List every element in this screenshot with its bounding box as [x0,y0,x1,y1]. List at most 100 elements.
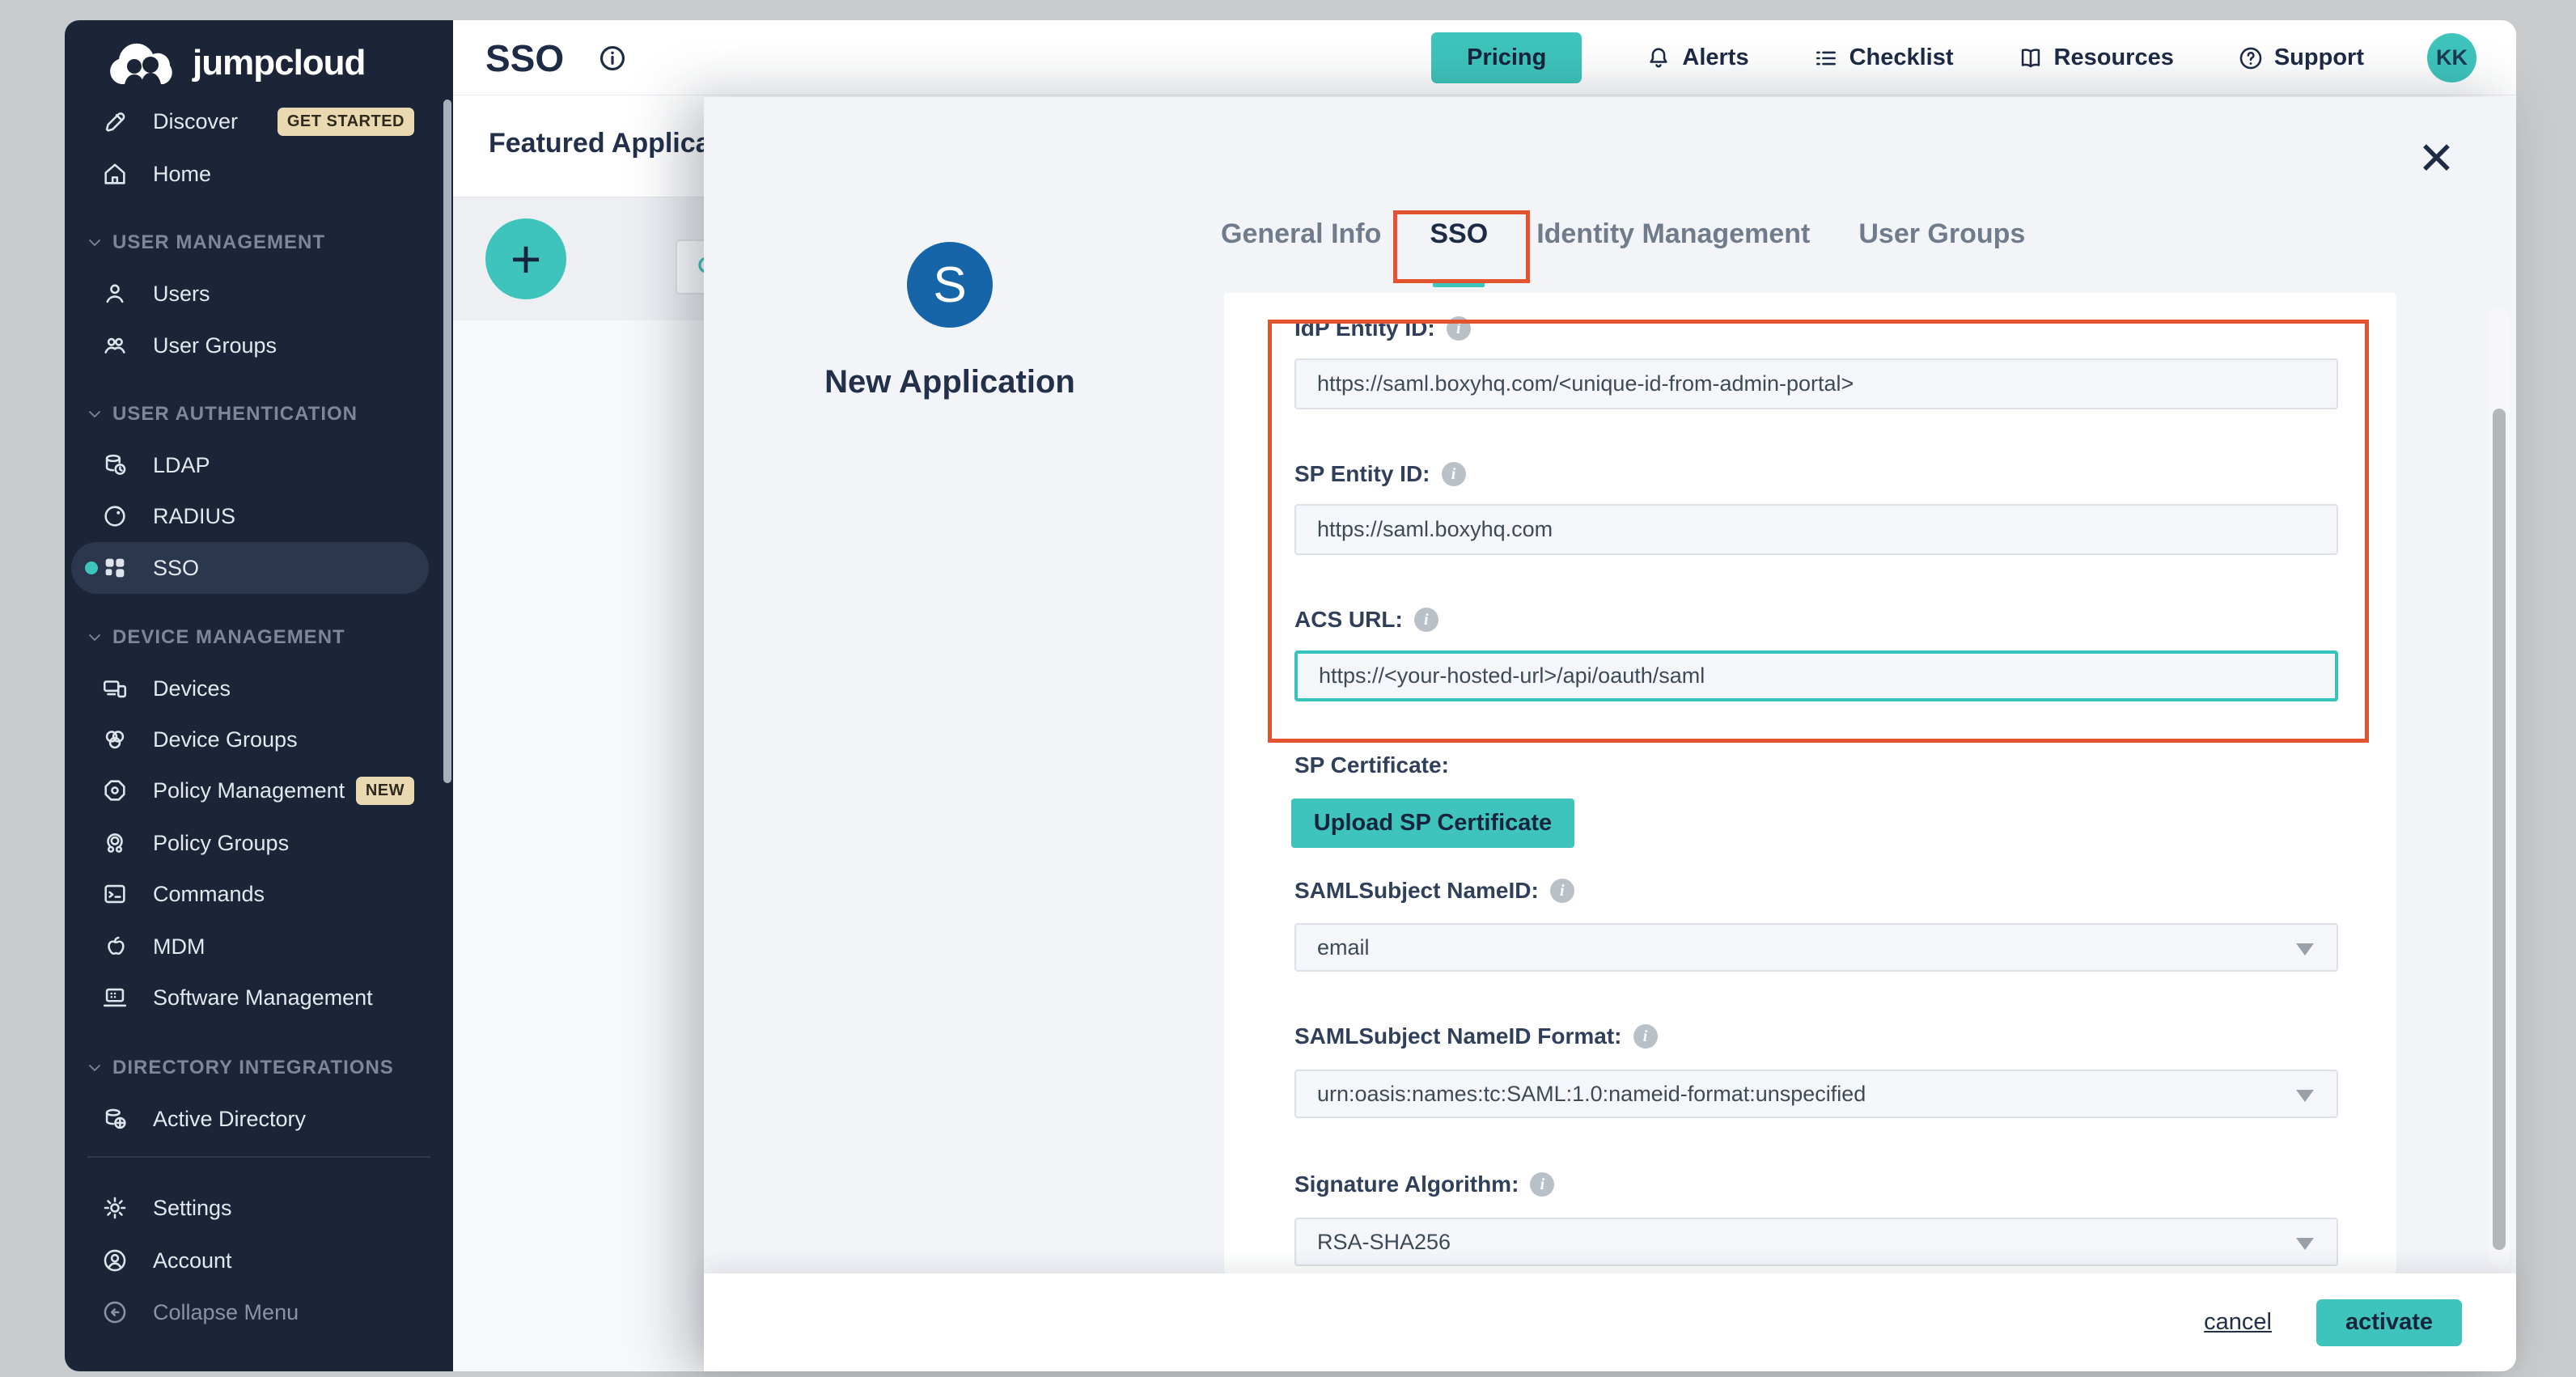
apple-mdm-icon [101,933,129,960]
info-icon[interactable]: i [1530,1172,1554,1197]
sidebar-item-user-groups[interactable]: User Groups [65,320,453,371]
application-name: New Application [788,364,1112,400]
add-application-button[interactable]: + [485,218,566,299]
activate-button[interactable]: activate [2316,1299,2462,1346]
logo-wordmark: jumpcloud [193,43,365,83]
signature-algorithm-select[interactable]: RSA-SHA256 [1294,1218,2338,1266]
sidebar-item-policy-groups[interactable]: Policy Groups [65,817,453,869]
sidebar-item-account[interactable]: Account [65,1235,453,1286]
home-icon [101,160,129,188]
alerts-button[interactable]: Alerts [1645,44,1748,72]
sidebar-item-policy-management[interactable]: Policy Management NEW [65,765,453,816]
software-management-icon [101,984,129,1011]
checklist-button[interactable]: Checklist [1812,44,1954,72]
app-window: jumpcloud Discover GET STARTED Home USER… [65,20,2516,1371]
pricing-button[interactable]: Pricing [1431,32,1582,83]
info-icon[interactable]: i [1633,1024,1658,1049]
user-icon [101,280,129,307]
sp-entity-id-label: SP Entity ID: i [1294,461,1466,487]
sidebar-item-software-management[interactable]: Software Management [65,972,453,1023]
sidebar: jumpcloud Discover GET STARTED Home USER… [65,20,453,1371]
modal-scrollbar-thumb[interactable] [2493,409,2506,1250]
sp-entity-id-input[interactable] [1294,504,2338,555]
book-icon [2017,44,2044,72]
saml-subject-nameid-format-select[interactable]: urn:oasis:names:tc:SAML:1.0:nameid-forma… [1294,1070,2338,1118]
rocket-icon [101,108,129,135]
devices-icon [101,675,129,702]
application-logo: S [907,242,993,328]
info-icon[interactable]: i [1442,462,1466,486]
close-icon[interactable]: ✕ [2417,136,2455,181]
sidebar-item-device-groups[interactable]: Device Groups [65,714,453,765]
signature-algorithm-label: Signature Algorithm: i [1294,1172,1554,1197]
new-application-modal: ✕ S New Application General Info SSO Ide… [704,97,2516,1371]
sidebar-item-active-directory[interactable]: Active Directory [65,1093,453,1145]
acs-url-label: ACS URL: i [1294,607,1438,633]
info-icon[interactable]: i [1414,608,1438,632]
radius-icon [101,502,129,530]
bell-icon [1645,44,1672,72]
info-icon[interactable]: i [1550,879,1574,903]
sidebar-item-users[interactable]: Users [65,268,453,320]
section-header-directory-integrations[interactable]: DIRECTORY INTEGRATIONS [65,1045,453,1091]
tab-sso[interactable]: SSO [1430,218,1488,266]
tab-user-groups[interactable]: User Groups [1858,218,2025,266]
saml-subject-nameid-label: SAMLSubject NameID: i [1294,878,1574,904]
caret-down-icon [2296,943,2314,955]
info-icon[interactable] [597,43,628,74]
support-button[interactable]: Support [2237,44,2364,72]
modal-scrollbar-track[interactable] [2489,307,2510,1268]
acs-url-input[interactable] [1294,650,2338,701]
tab-identity-management[interactable]: Identity Management [1536,218,1810,266]
caret-down-icon [2296,1238,2314,1250]
jumpcloud-cloud-icon [104,39,181,87]
info-icon[interactable]: i [1447,316,1471,341]
section-header-user-authentication[interactable]: USER AUTHENTICATION [65,392,453,437]
question-circle-icon [2237,44,2265,72]
sidebar-item-radius[interactable]: RADIUS [65,490,453,542]
resources-button[interactable]: Resources [2017,44,2174,72]
cancel-button[interactable]: cancel [2204,1309,2272,1336]
idp-entity-id-input[interactable] [1294,358,2338,409]
upload-sp-certificate-button[interactable]: Upload SP Certificate [1291,799,1574,848]
sso-grid-icon [101,554,129,582]
topbar: SSO Pricing Alerts Checklist Resources [453,20,2516,95]
jumpcloud-logo[interactable]: jumpcloud [104,38,365,88]
section-header-user-management[interactable]: USER MANAGEMENT [65,220,453,265]
sidebar-item-collapse-menu[interactable]: Collapse Menu [65,1286,453,1338]
tab-general-info[interactable]: General Info [1221,218,1381,266]
gear-icon [101,1194,129,1222]
section-header-device-management[interactable]: DEVICE MANAGEMENT [65,615,453,660]
sidebar-item-mdm[interactable]: MDM [65,921,453,972]
sidebar-scrollbar[interactable] [443,100,451,783]
sidebar-item-sso[interactable]: SSO [65,542,453,594]
commands-terminal-icon [101,880,129,908]
modal-tabs: General Info SSO Identity Management Use… [1221,218,2025,266]
sidebar-item-commands[interactable]: Commands [65,868,453,920]
sidebar-item-ldap[interactable]: LDAP [65,439,453,491]
idp-entity-id-label: IdP Entity ID: i [1294,316,1471,341]
sidebar-item-devices[interactable]: Devices [65,663,453,714]
user-group-icon [101,332,129,359]
chevron-down-icon [85,233,104,252]
sidebar-divider [87,1156,430,1158]
account-icon [101,1247,129,1274]
sp-certificate-label: SP Certificate: [1294,752,1449,778]
saml-subject-nameid-select[interactable]: email [1294,923,2338,972]
checklist-icon [1812,44,1840,72]
sidebar-item-home[interactable]: Home [65,148,453,200]
sso-form-panel: IdP Entity ID: i SP Entity ID: i ACS URL… [1224,293,2396,1273]
page-title: SSO [485,36,564,80]
ldap-database-icon [101,451,129,479]
chevron-down-icon [85,1058,104,1078]
saml-subject-nameid-format-label: SAMLSubject NameID Format: i [1294,1023,1658,1049]
caret-down-icon [2296,1090,2314,1102]
chevron-down-icon [85,405,104,424]
avatar[interactable]: KK [2427,33,2476,83]
chevron-down-icon [85,628,104,647]
sidebar-item-discover[interactable]: Discover GET STARTED [65,95,453,147]
active-dot [85,561,98,574]
new-badge: NEW [356,777,414,805]
topbar-actions: Pricing Alerts Checklist Resources Suppo… [1431,20,2516,95]
sidebar-item-settings[interactable]: Settings [65,1182,453,1234]
